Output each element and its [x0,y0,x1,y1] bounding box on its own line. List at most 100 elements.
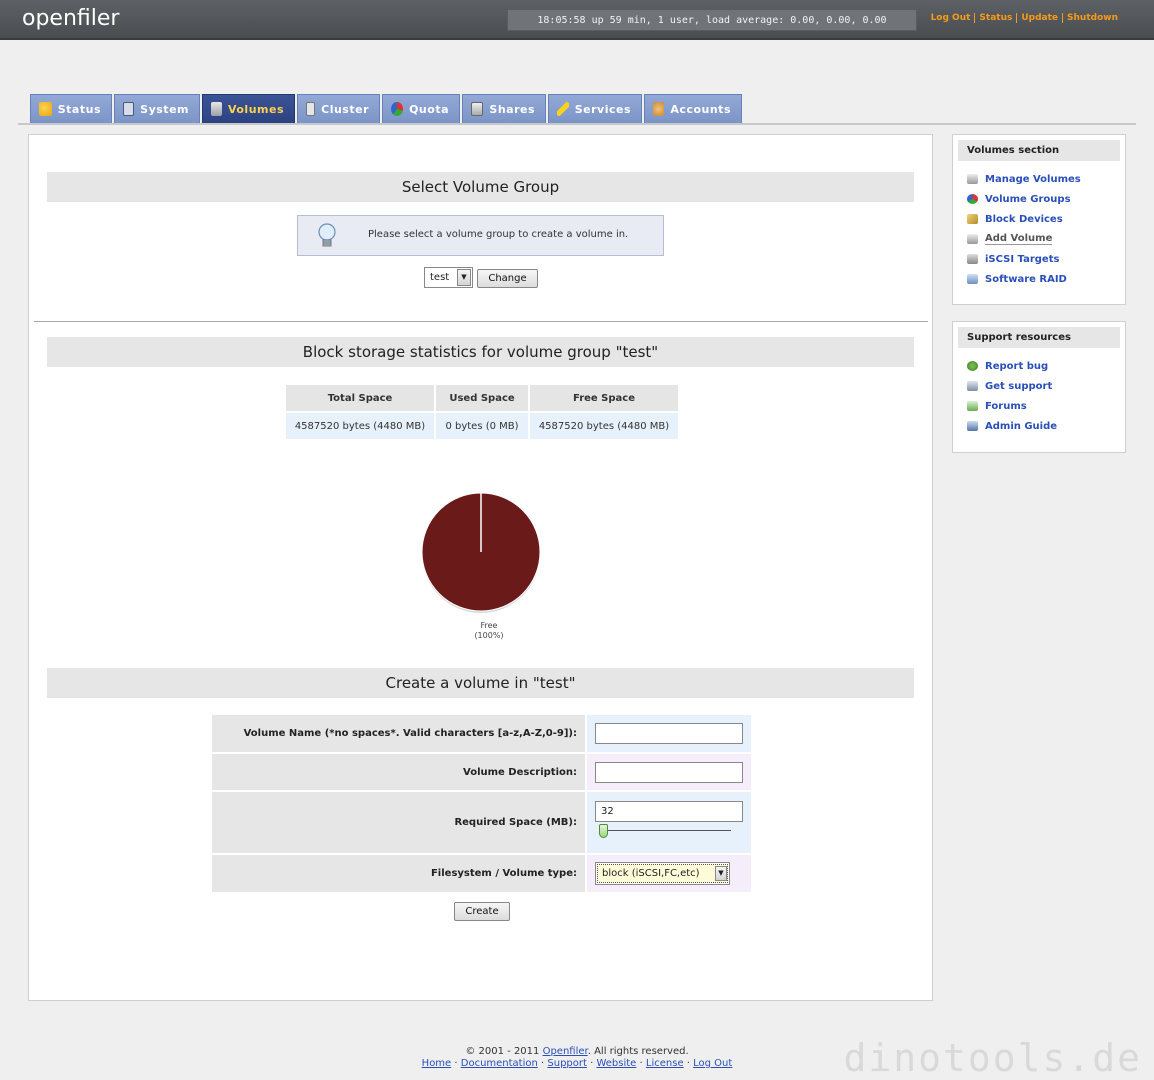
footer-home-link[interactable]: Home [422,1058,452,1069]
footer-logout-link[interactable]: Log Out [693,1058,732,1069]
used-space-value: 0 bytes (0 MB) [436,413,528,439]
select-vg-heading: Select Volume Group [47,172,914,202]
drive-icon [211,102,222,116]
sidebar-item-label: iSCSI Targets [985,253,1060,265]
change-button[interactable]: Change [477,269,538,288]
sidebar-item-add-volume[interactable]: Add Volume [953,229,1125,249]
section-divider [34,321,928,322]
tab-label: Shares [489,102,535,116]
slider-handle[interactable] [599,824,608,838]
form-row: Volume Name (*no spaces*. Valid characte… [212,715,751,752]
tab-label: Services [574,102,631,116]
slider-track [603,830,731,831]
sidebar-item-label: Software RAID [985,273,1067,285]
tab-shares[interactable]: Shares [462,94,546,123]
copyright-prefix: © 2001 - 2011 [465,1046,543,1057]
sidebar-item-manage-volumes[interactable]: Manage Volumes [953,169,1125,189]
forum-icon [967,401,978,411]
add-icon [967,234,978,244]
filesystem-value: block (iSCSI,FC,etc) [597,864,728,883]
stats-header-row: Total Space Used Space Free Space [286,385,678,411]
status-link[interactable]: Status [974,13,1017,23]
tab-label: Volumes [227,102,284,116]
tab-underline [18,123,1136,125]
chevron-down-icon: ▼ [457,269,471,286]
filesystem-cell: block (iSCSI,FC,etc) ▼ [587,855,751,892]
volume-description-label: Volume Description: [212,754,585,790]
free-space-value: 4587520 bytes (4480 MB) [530,413,678,439]
sidebar-item-label: Forums [985,400,1027,412]
volume-description-cell [587,754,751,790]
volume-description-input[interactable] [595,761,743,783]
volume-group-select[interactable]: test ▼ [424,267,473,288]
footer-support-link[interactable]: Support [547,1058,587,1069]
sidebar-item-get-support[interactable]: Get support [953,376,1125,396]
volumes-section-title: Volumes section [958,140,1120,161]
top-links: Log Out Status Update Shutdown [927,13,1122,23]
form-row: Filesystem / Volume type: block (iSCSI,F… [212,855,751,892]
support-icon [967,381,978,391]
pie-label: Free (100%) [469,621,509,641]
footer-website-link[interactable]: Website [596,1058,636,1069]
sidebar-item-label: Block Devices [985,213,1063,225]
required-space-slider[interactable] [595,824,743,844]
tab-system[interactable]: System [114,94,200,123]
hint-box: Please select a volume group to create a… [297,215,664,256]
update-link[interactable]: Update [1016,13,1063,23]
free-space-pie-chart [421,492,541,613]
tab-cluster[interactable]: Cluster [297,94,380,123]
form-row: Volume Description: [212,754,751,790]
users-icon [653,102,665,116]
pie-icon [391,102,404,116]
create-button[interactable]: Create [454,902,510,921]
cluster-icon [306,102,316,116]
footer-license-link[interactable]: License [646,1058,684,1069]
required-space-label: Required Space (MB): [212,792,585,853]
footer-documentation-link[interactable]: Documentation [461,1058,538,1069]
sidebar-item-block-devices[interactable]: Block Devices [953,209,1125,229]
volume-group-value: test [430,272,450,283]
sidebar-item-forums[interactable]: Forums [953,396,1125,416]
tab-services[interactable]: Services [548,94,642,123]
main-panel: Select Volume Group Please select a volu… [28,134,933,1001]
volume-name-label: Volume Name (*no spaces*. Valid characte… [212,715,585,752]
create-volume-form: Volume Name (*no spaces*. Valid characte… [210,713,753,894]
create-heading: Create a volume in "test" [47,668,914,698]
stats-table: Total Space Used Space Free Space 458752… [284,383,680,441]
main-tabs: Status System Volumes Cluster Quota Shar… [30,94,744,123]
tab-status[interactable]: Status [30,94,112,123]
openfiler-link[interactable]: Openfiler [543,1046,588,1057]
top-bar: openfiler 18:05:58 up 59 min, 1 user, lo… [0,0,1154,40]
sidebar-item-software-raid[interactable]: Software RAID [953,269,1125,289]
sidebar-item-label: Manage Volumes [985,173,1081,185]
group-icon [967,194,978,204]
required-space-cell: 32 [587,792,751,853]
pie-label-percent: (100%) [474,631,504,640]
tab-volumes[interactable]: Volumes [202,94,295,123]
sidebar-item-report-bug[interactable]: Report bug [953,356,1125,376]
sidebar-item-label: Admin Guide [985,420,1058,432]
total-space-header: Total Space [286,385,434,411]
lightbulb-icon [318,223,336,247]
chevron-down-icon: ▼ [715,866,727,881]
used-space-header: Used Space [436,385,528,411]
target-icon [967,254,978,264]
total-space-value: 4587520 bytes (4480 MB) [286,413,434,439]
required-space-input[interactable]: 32 [595,801,743,822]
tab-accounts[interactable]: Accounts [644,94,742,123]
logout-link[interactable]: Log Out [927,13,975,23]
tab-label: Quota [409,102,449,116]
support-resources-box: Support resources Report bug Get support… [952,321,1126,453]
monitor-icon [123,102,135,116]
stats-value-row: 4587520 bytes (4480 MB) 0 bytes (0 MB) 4… [286,413,678,439]
shutdown-link[interactable]: Shutdown [1062,13,1122,23]
volume-name-input[interactable] [595,723,743,744]
filesystem-select[interactable]: block (iSCSI,FC,etc) ▼ [595,862,730,885]
volumes-section-box: Volumes section Manage Volumes Volume Gr… [952,134,1126,305]
tab-label: Cluster [321,102,369,116]
sidebar-item-volume-groups[interactable]: Volume Groups [953,189,1125,209]
drive-icon [967,174,978,184]
sidebar-item-iscsi-targets[interactable]: iSCSI Targets [953,249,1125,269]
tab-quota[interactable]: Quota [382,94,460,123]
sidebar-item-admin-guide[interactable]: Admin Guide [953,416,1125,436]
